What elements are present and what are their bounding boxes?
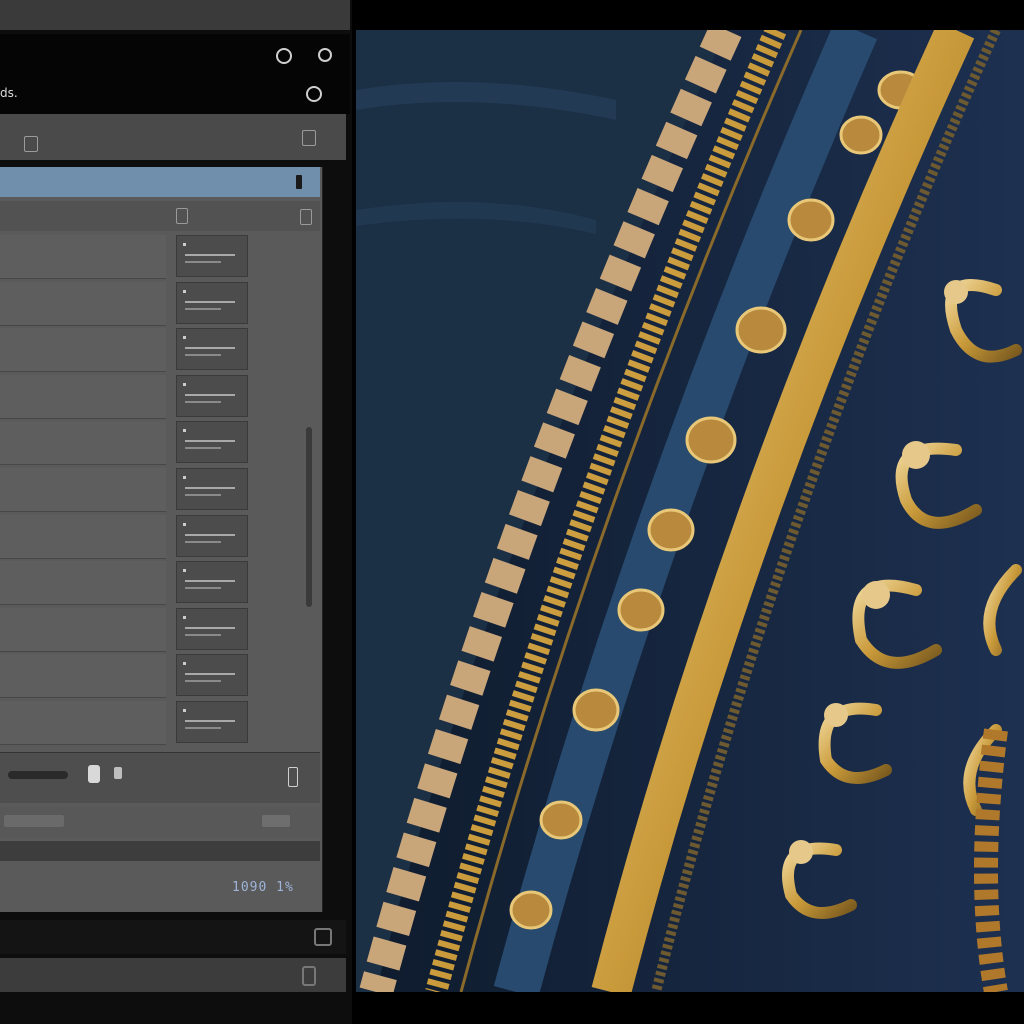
list-row[interactable] — [0, 235, 166, 279]
view-toggle-icon[interactable] — [176, 208, 188, 224]
thumbnail[interactable] — [176, 235, 248, 277]
ornate-frame-illustration — [356, 30, 1024, 992]
header: ds. — [0, 34, 350, 114]
timeline-slider[interactable] — [8, 771, 68, 779]
dialog — [0, 167, 323, 912]
thumbnail[interactable] — [176, 374, 248, 417]
list-row[interactable] — [0, 421, 166, 466]
thumbnail[interactable] — [176, 700, 248, 743]
thumbnail[interactable] — [176, 561, 248, 604]
list-row[interactable] — [0, 467, 166, 512]
lock-icon[interactable] — [288, 767, 298, 787]
frame-counter: 1090 1% — [232, 880, 294, 895]
device-icon[interactable] — [302, 966, 316, 986]
info-icon[interactable] — [276, 48, 292, 64]
footer-bar — [0, 920, 346, 954]
panel-toggle-icon[interactable] — [300, 209, 312, 225]
header-title: ds. — [0, 86, 18, 100]
list-row[interactable] — [0, 654, 166, 699]
playback-bar — [0, 752, 320, 803]
toolbar-trash-icon[interactable] — [302, 130, 316, 146]
thumbnail[interactable] — [176, 328, 248, 371]
thumbnail[interactable] — [176, 281, 248, 324]
top-strip — [0, 0, 350, 30]
toolbar-doc-icon[interactable] — [24, 136, 38, 152]
apply-button[interactable] — [262, 815, 290, 827]
camera-icon[interactable] — [314, 928, 332, 946]
list-row[interactable] — [0, 561, 166, 606]
dialog-title-bar — [0, 167, 320, 197]
gear-icon[interactable] — [318, 48, 332, 62]
thumbnail[interactable] — [176, 607, 248, 650]
toggle-icon[interactable] — [114, 767, 122, 779]
slider-knob[interactable] — [88, 765, 100, 783]
dialog-header — [0, 201, 320, 231]
list-row[interactable] — [0, 514, 166, 559]
footer-bar-secondary — [0, 958, 346, 992]
list — [0, 235, 166, 748]
dialog-close-icon[interactable] — [296, 175, 302, 189]
photo-ornate-frame — [356, 30, 1024, 992]
thumbnail[interactable] — [176, 654, 248, 697]
thumbnail[interactable] — [176, 421, 248, 464]
list-row[interactable] — [0, 700, 166, 745]
toolbar — [0, 114, 346, 160]
name-field[interactable] — [4, 815, 64, 827]
list-row[interactable] — [0, 281, 166, 326]
thumbnail[interactable] — [176, 514, 248, 557]
thumbnail[interactable] — [176, 467, 248, 510]
list-row[interactable] — [0, 328, 166, 373]
list-row[interactable] — [0, 607, 166, 652]
record-icon[interactable] — [306, 86, 322, 102]
scrollbar[interactable] — [306, 427, 312, 607]
thumbnail-column — [176, 235, 248, 748]
list-row[interactable] — [0, 374, 166, 419]
left-panel: ds. 1090 1% — [0, 0, 352, 1024]
status-bar — [0, 841, 320, 861]
input-bar — [0, 807, 320, 837]
